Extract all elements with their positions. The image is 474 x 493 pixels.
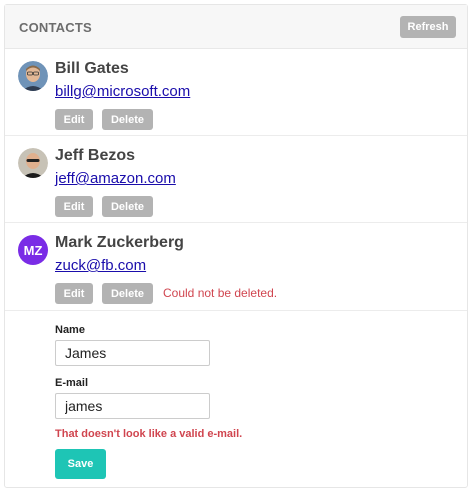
edit-button[interactable]: Edit — [55, 196, 93, 217]
contact-email-link[interactable]: jeff@amazon.com — [55, 170, 176, 187]
avatar: MZ — [18, 235, 48, 265]
contact-email-link[interactable]: zuck@fb.com — [55, 257, 146, 274]
delete-button[interactable]: Delete — [102, 283, 153, 304]
save-button[interactable]: Save — [55, 449, 106, 479]
avatar-initials: MZ — [23, 242, 43, 258]
contact-item: Jeff Bezos jeff@amazon.com Edit Delete — [5, 136, 467, 223]
contact-email-link[interactable]: billg@microsoft.com — [55, 83, 190, 100]
refresh-button[interactable]: Refresh — [400, 16, 456, 38]
contact-name: Jeff Bezos — [55, 147, 136, 164]
email-input[interactable] — [55, 393, 210, 419]
contact-form: Name E-mail That doesn't look like a val… — [5, 311, 467, 487]
email-error-message: That doesn't look like a valid e-mail. — [55, 428, 243, 440]
delete-button[interactable]: Delete — [102, 196, 153, 217]
contacts-panel: CONTACTS Refresh Bill Gates billg@micros… — [4, 4, 468, 488]
delete-error-message: Could not be deleted. — [163, 286, 278, 300]
contact-item: Bill Gates billg@microsoft.com Edit Dele… — [5, 49, 467, 136]
avatar — [18, 61, 48, 91]
contact-name: Bill Gates — [55, 60, 129, 77]
name-label: Name — [55, 324, 85, 336]
contact-name: Mark Zuckerberg — [55, 234, 184, 251]
delete-button[interactable]: Delete — [102, 109, 153, 130]
edit-button[interactable]: Edit — [55, 283, 93, 304]
email-label: E-mail — [55, 377, 89, 389]
avatar — [18, 148, 48, 178]
contact-item: MZ Mark Zuckerberg zuck@fb.com Edit Dele… — [5, 223, 467, 311]
panel-header: CONTACTS Refresh — [5, 5, 467, 49]
panel-title: CONTACTS — [19, 20, 92, 35]
edit-button[interactable]: Edit — [55, 109, 93, 130]
name-input[interactable] — [55, 340, 210, 366]
